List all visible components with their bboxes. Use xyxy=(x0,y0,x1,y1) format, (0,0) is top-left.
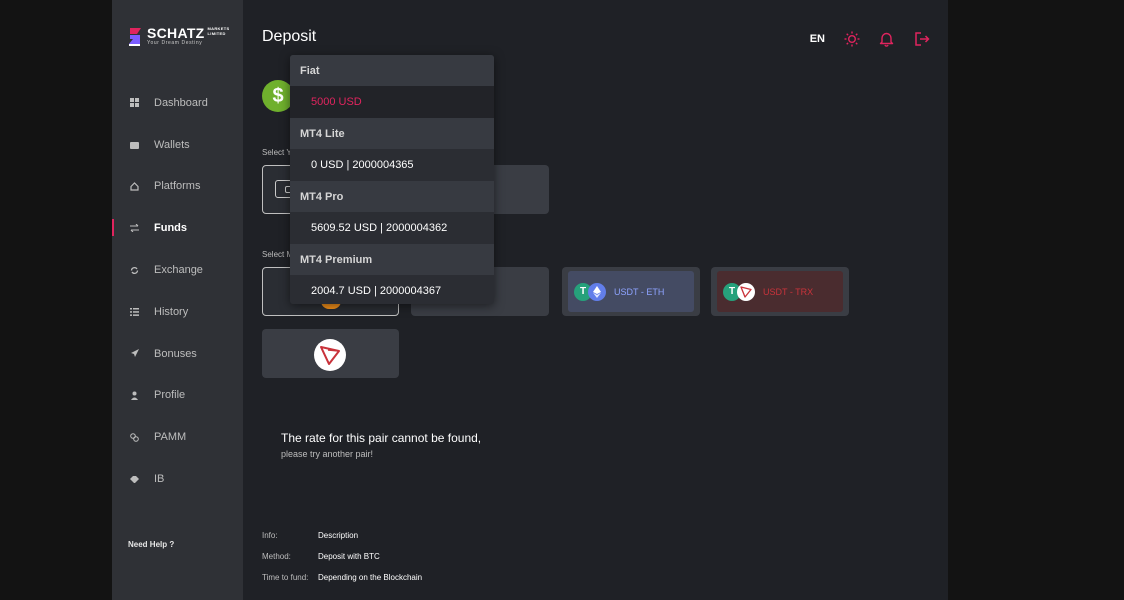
tron-icon xyxy=(314,339,346,371)
sidebar-item-label: Wallets xyxy=(154,138,190,151)
info-value: Description xyxy=(318,531,359,540)
logo-mark-icon xyxy=(128,26,142,46)
brand-sub-line2: LIMITED xyxy=(207,31,226,36)
method-label: USDT - ETH xyxy=(614,286,665,297)
info-value: Depending on the Blockchain xyxy=(318,573,423,582)
sidebar-item-pamm[interactable]: PAMM xyxy=(112,416,243,458)
logout-icon[interactable] xyxy=(913,30,930,47)
sidebar-item-ib[interactable]: IB xyxy=(112,458,243,500)
brand-name: SCHATZ xyxy=(147,25,205,41)
method-card-trx[interactable] xyxy=(262,329,399,378)
wallet-icon xyxy=(130,140,139,149)
page-background xyxy=(948,0,1124,600)
info-key: Time to fund: xyxy=(262,573,309,582)
sidebar-item-label: PAMM xyxy=(154,431,187,444)
dropdown-group-mt4-premium: MT4 Premium xyxy=(290,244,494,275)
method-card-usdt-eth[interactable]: T USDT - ETH xyxy=(562,267,700,316)
rate-message-subtitle: please try another pair! xyxy=(281,449,374,459)
rate-message: The rate for this pair cannot be found, … xyxy=(281,431,481,459)
method-card-usdt-trx[interactable]: T USDT - TRX xyxy=(711,267,849,316)
info-row: Time to fund: Depending on the Blockchai… xyxy=(262,573,422,582)
sidebar-item-label: Bonuses xyxy=(154,347,197,360)
rocket-icon xyxy=(130,349,139,358)
usdt-eth-pill: T USDT - ETH xyxy=(568,271,694,312)
coins-icon xyxy=(130,432,139,442)
top-bar: EN xyxy=(810,30,930,47)
sidebar-item-label: IB xyxy=(154,473,165,486)
info-key: Info: xyxy=(262,531,278,540)
bell-icon[interactable] xyxy=(878,30,895,47)
sidebar-item-bonuses[interactable]: Bonuses xyxy=(112,333,243,375)
sidebar-item-dashboard[interactable]: Dashboard xyxy=(112,82,243,124)
wallet-dropdown[interactable]: Fiat 5000 USD MT4 Lite 0 USD | 200000436… xyxy=(290,55,494,304)
transfer-icon xyxy=(130,224,139,233)
page-title: Deposit xyxy=(262,28,317,45)
sun-icon[interactable] xyxy=(843,30,860,47)
home-icon xyxy=(130,182,139,191)
user-icon xyxy=(130,391,139,400)
dropdown-group-fiat: Fiat xyxy=(290,55,494,86)
sidebar-item-history[interactable]: History xyxy=(112,291,243,333)
info-row: Method: Deposit with BTC xyxy=(262,552,380,561)
sidebar-item-label: History xyxy=(154,305,189,318)
language-selector[interactable]: EN xyxy=(810,33,825,45)
sidebar-item-label: Platforms xyxy=(154,180,201,193)
handshake-icon xyxy=(130,475,139,484)
method-label: USDT - TRX xyxy=(763,286,814,297)
info-key: Method: xyxy=(262,552,291,561)
eth-icon xyxy=(588,282,606,301)
refresh-icon xyxy=(130,266,139,275)
dropdown-option[interactable]: 5609.52 USD | 2000004362 xyxy=(290,212,494,244)
select-method-label: Select M xyxy=(262,250,294,259)
sidebar-item-profile[interactable]: Profile xyxy=(112,375,243,417)
usdt-trx-pill: T USDT - TRX xyxy=(717,271,843,312)
dropdown-group-mt4-lite: MT4 Lite xyxy=(290,118,494,149)
sidebar-item-platforms[interactable]: Platforms xyxy=(112,166,243,208)
brand-tagline: Your Dream Destiny xyxy=(147,40,203,46)
dropdown-group-mt4-pro: MT4 Pro xyxy=(290,181,494,212)
sidebar: SCHATZ MARKETS LIMITED Your Dream Destin… xyxy=(112,0,243,600)
sidebar-item-exchange[interactable]: Exchange xyxy=(112,249,243,291)
need-help-link[interactable]: Need Help ? xyxy=(128,540,174,549)
sidebar-nav: Dashboard Wallets Platforms Funds Exchan… xyxy=(112,82,243,500)
grid-icon xyxy=(130,98,139,108)
sidebar-item-label: Exchange xyxy=(154,264,203,277)
dropdown-option[interactable]: 0 USD | 2000004365 xyxy=(290,149,494,181)
sidebar-item-wallets[interactable]: Wallets xyxy=(112,124,243,166)
info-row: Info: Description xyxy=(262,531,358,540)
tron-icon xyxy=(737,282,755,301)
dropdown-option[interactable]: 5000 USD xyxy=(290,86,494,118)
sidebar-item-funds[interactable]: Funds xyxy=(112,207,243,249)
sidebar-item-label: Dashboard xyxy=(154,96,208,109)
brand-logo[interactable]: SCHATZ MARKETS LIMITED Your Dream Destin… xyxy=(128,26,229,46)
sidebar-item-label: Profile xyxy=(154,389,186,402)
list-icon xyxy=(130,307,139,316)
sidebar-item-label: Funds xyxy=(154,222,187,235)
info-value: Deposit with BTC xyxy=(318,552,380,561)
dropdown-option[interactable]: 2004.7 USD | 2000004367 xyxy=(290,275,494,304)
rate-message-title: The rate for this pair cannot be found, xyxy=(281,431,482,445)
select-wallet-label: Select Y xyxy=(262,148,292,157)
